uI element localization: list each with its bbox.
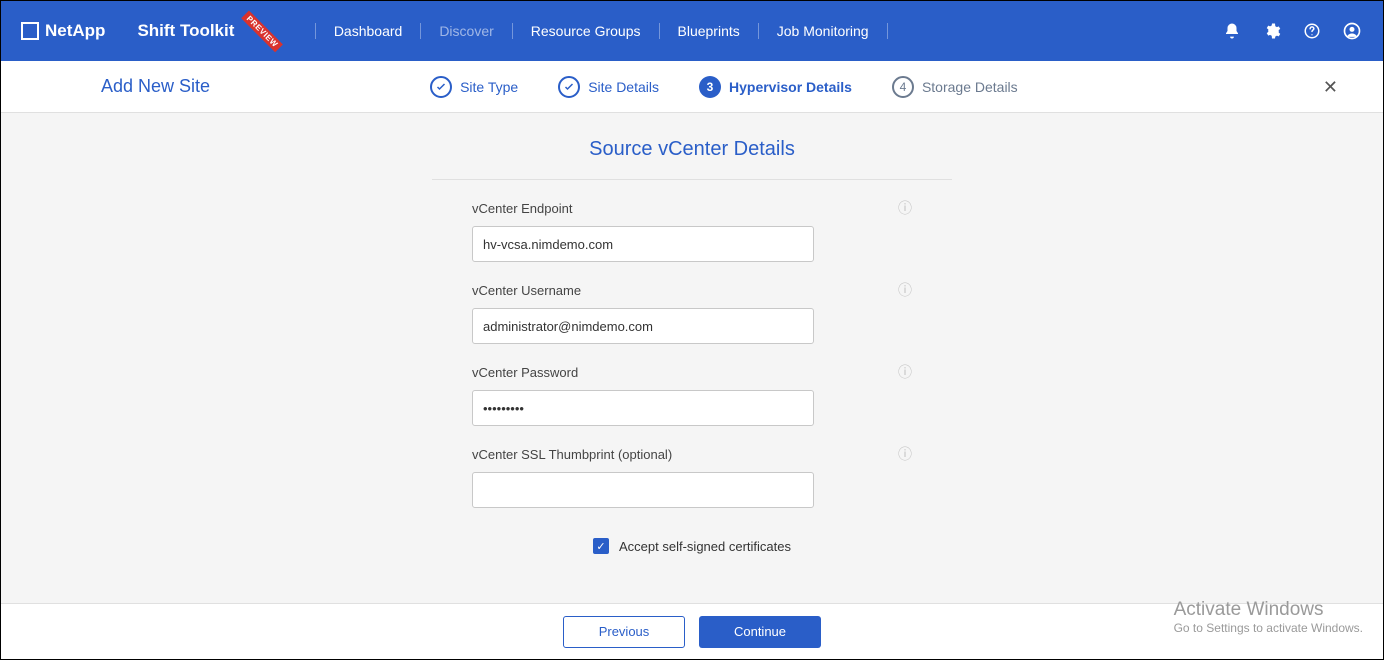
check-icon [430, 76, 452, 98]
step-site-details[interactable]: Site Details [558, 76, 659, 98]
field-username: vCenter Username ⓘ [472, 280, 912, 344]
step-number: 4 [892, 76, 914, 98]
bell-icon[interactable] [1221, 20, 1243, 42]
nav-blueprints[interactable]: Blueprints [659, 23, 758, 39]
field-password: vCenter Password ⓘ [472, 362, 912, 426]
info-icon[interactable]: ⓘ [898, 444, 912, 464]
username-input[interactable] [472, 308, 814, 344]
info-icon[interactable]: ⓘ [898, 198, 912, 218]
help-icon[interactable] [1301, 20, 1323, 42]
accept-cert-row: ✓ Accept self-signed certificates [472, 538, 912, 554]
page-title: Add New Site [101, 76, 210, 97]
accept-cert-checkbox[interactable]: ✓ [593, 538, 609, 554]
wizard-steps: Site Type Site Details 3 Hypervisor Deta… [430, 76, 1018, 98]
thumbprint-label: vCenter SSL Thumbprint (optional) [472, 447, 672, 462]
close-icon[interactable]: ✕ [1323, 77, 1338, 98]
step-site-type[interactable]: Site Type [430, 76, 518, 98]
continue-button[interactable]: Continue [699, 616, 821, 648]
nav-resource-groups[interactable]: Resource Groups [512, 23, 659, 39]
form-area: Source vCenter Details vCenter Endpoint … [1, 113, 1383, 554]
vcenter-form: vCenter Endpoint ⓘ vCenter Username ⓘ vC… [472, 198, 912, 554]
brand-logo: NetApp [21, 21, 105, 41]
preview-badge: PREVIEW [242, 10, 284, 52]
wizard-header: Add New Site Site Type Site Details 3 Hy… [1, 61, 1383, 113]
watermark-title: Activate Windows [1174, 599, 1363, 621]
watermark-subtitle: Go to Settings to activate Windows. [1174, 621, 1363, 635]
field-thumbprint: vCenter SSL Thumbprint (optional) ⓘ [472, 444, 912, 508]
check-icon [558, 76, 580, 98]
thumbprint-input[interactable] [472, 472, 814, 508]
info-icon[interactable]: ⓘ [898, 280, 912, 300]
step-hypervisor-details[interactable]: 3 Hypervisor Details [699, 76, 852, 98]
step-number: 3 [699, 76, 721, 98]
accept-cert-label: Accept self-signed certificates [619, 539, 791, 554]
password-input[interactable] [472, 390, 814, 426]
endpoint-label: vCenter Endpoint [472, 201, 572, 216]
username-label: vCenter Username [472, 283, 581, 298]
brand-logo-icon [21, 22, 39, 40]
previous-button[interactable]: Previous [563, 616, 685, 648]
step-storage-details[interactable]: 4 Storage Details [892, 76, 1018, 98]
step-label: Hypervisor Details [729, 79, 852, 95]
step-label: Site Type [460, 79, 518, 95]
product-text: Shift Toolkit [137, 21, 234, 41]
product-name: Shift Toolkit PREVIEW [137, 21, 286, 41]
form-title: Source vCenter Details [1, 138, 1383, 161]
windows-watermark: Activate Windows Go to Settings to activ… [1174, 599, 1363, 635]
top-bar: NetApp Shift Toolkit PREVIEW Dashboard D… [1, 1, 1383, 61]
nav-discover[interactable]: Discover [420, 23, 511, 39]
main-nav: Dashboard Discover Resource Groups Bluep… [315, 23, 888, 39]
nav-job-monitoring[interactable]: Job Monitoring [758, 23, 888, 39]
endpoint-input[interactable] [472, 226, 814, 262]
step-label: Site Details [588, 79, 659, 95]
top-icons [1221, 20, 1363, 42]
password-label: vCenter Password [472, 365, 578, 380]
brand-name: NetApp [45, 21, 105, 41]
step-label: Storage Details [922, 79, 1018, 95]
info-icon[interactable]: ⓘ [898, 362, 912, 382]
field-endpoint: vCenter Endpoint ⓘ [472, 198, 912, 262]
gear-icon[interactable] [1261, 20, 1283, 42]
user-icon[interactable] [1341, 20, 1363, 42]
divider [432, 179, 952, 180]
nav-dashboard[interactable]: Dashboard [315, 23, 421, 39]
